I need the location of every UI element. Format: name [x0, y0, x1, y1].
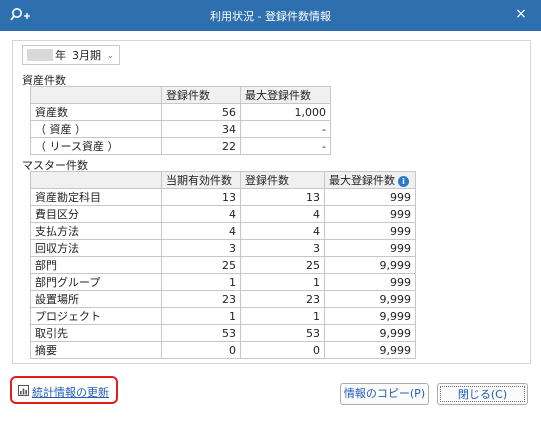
column-header	[30, 171, 162, 189]
column-header	[30, 86, 162, 104]
table-row: 部門 25 25 9,999	[30, 256, 416, 274]
active-cell: 4	[161, 222, 241, 240]
table-row: 摘要 0 0 9,999	[30, 341, 416, 359]
column-header: 当期有効件数	[161, 171, 241, 189]
period-select[interactable]: 年 3月期 ⌄	[22, 45, 120, 65]
count-cell: 4	[240, 205, 325, 223]
row-label: （ 資産 ）	[30, 120, 162, 138]
close-icon[interactable]: ×	[513, 6, 529, 22]
count-cell: 4	[240, 222, 325, 240]
year-suffix: 年	[55, 49, 66, 62]
max-cell: 9,999	[324, 256, 416, 274]
row-label: 取引先	[30, 324, 162, 342]
chevron-down-icon: ⌄	[107, 50, 114, 60]
active-cell: 0	[161, 341, 241, 359]
max-cell: 999	[324, 222, 416, 240]
redacted-year	[27, 49, 53, 61]
max-cell: -	[240, 120, 331, 138]
active-cell: 25	[161, 256, 241, 274]
row-label: 摘要	[30, 341, 162, 359]
chart-icon	[18, 385, 29, 396]
count-cell: 3	[240, 239, 325, 257]
row-label: 部門	[30, 256, 162, 274]
row-label: 回収方法	[30, 239, 162, 257]
active-cell: 1	[161, 273, 241, 291]
count-cell: 0	[240, 341, 325, 359]
max-cell: 999	[324, 239, 416, 257]
active-cell: 53	[161, 324, 241, 342]
window-title: 利用状況 - 登録件数情報	[210, 10, 331, 23]
table-header-row: 登録件数 最大登録件数	[30, 86, 331, 104]
active-cell: 23	[161, 290, 241, 308]
row-label: 部門グループ	[30, 273, 162, 291]
max-cell: 9,999	[324, 324, 416, 342]
update-stats-link[interactable]: 統計情報の更新	[10, 376, 118, 404]
title-bar: 利用状況 - 登録件数情報 ×	[0, 0, 541, 31]
count-cell: 1	[240, 273, 325, 291]
column-header: 最大登録件数	[240, 86, 331, 104]
count-cell: 1	[240, 307, 325, 325]
copy-info-button[interactable]: 情報のコピー(P)	[340, 383, 429, 405]
max-cell: 999	[324, 205, 416, 223]
max-cell: 999	[324, 188, 416, 206]
row-label: （ リース資産 ）	[30, 137, 162, 155]
max-cell: 1,000	[240, 103, 331, 121]
registration-table: 登録件数 最大登録件数 資産数 56 1,000 （ 資産 ） 34 - （ リ…	[30, 86, 331, 155]
table-row: 回収方法 3 3 999	[30, 239, 416, 257]
active-cell: 3	[161, 239, 241, 257]
table-row: 部門グループ 1 1 999	[30, 273, 416, 291]
row-label: 支払方法	[30, 222, 162, 240]
count-cell: 53	[240, 324, 325, 342]
max-cell: 9,999	[324, 341, 416, 359]
max-cell: 9,999	[324, 307, 416, 325]
master-table: 当期有効件数 登録件数 最大登録件数 i 資産勘定科目 13 13 999 費目区分 4 4…	[30, 171, 416, 359]
max-cell: 9,999	[324, 290, 416, 308]
table-row: 設置場所 23 23 9,999	[30, 290, 416, 308]
count-cell: 23	[240, 290, 325, 308]
close-button-label: 閉じる(C)	[440, 386, 525, 402]
max-cell: 999	[324, 273, 416, 291]
row-label: プロジェクト	[30, 307, 162, 325]
table-header-row: 当期有効件数 登録件数 最大登録件数 i	[30, 171, 416, 189]
period-month: 3月期	[72, 49, 101, 62]
table-row: 資産勘定科目 13 13 999	[30, 188, 416, 206]
row-label: 資産勘定科目	[30, 188, 162, 206]
count-cell: 13	[240, 188, 325, 206]
table-row: （ 資産 ） 34 -	[30, 120, 331, 138]
active-cell: 4	[161, 205, 241, 223]
info-icon[interactable]: i	[398, 175, 409, 187]
row-label: 設置場所	[30, 290, 162, 308]
column-header: 登録件数	[161, 86, 241, 104]
column-header-max: 最大登録件数 i	[324, 171, 416, 189]
row-label: 資産数	[30, 103, 162, 121]
count-cell: 34	[161, 120, 241, 138]
table-row: （ リース資産 ） 22 -	[30, 137, 331, 155]
active-cell: 13	[161, 188, 241, 206]
update-stats-label[interactable]: 統計情報の更新	[32, 384, 109, 400]
column-header-label: 最大登録件数	[329, 174, 395, 187]
column-header: 登録件数	[240, 171, 325, 189]
close-button[interactable]: 閉じる(C)	[437, 383, 528, 405]
table-row: プロジェクト 1 1 9,999	[30, 307, 416, 325]
max-cell: -	[240, 137, 331, 155]
active-cell: 1	[161, 307, 241, 325]
count-cell: 25	[240, 256, 325, 274]
table-row: 費目区分 4 4 999	[30, 205, 416, 223]
count-cell: 56	[161, 103, 241, 121]
row-label: 費目区分	[30, 205, 162, 223]
table-row: 資産数 56 1,000	[30, 103, 331, 121]
table-row: 支払方法 4 4 999	[30, 222, 416, 240]
count-cell: 22	[161, 137, 241, 155]
table-row: 取引先 53 53 9,999	[30, 324, 416, 342]
